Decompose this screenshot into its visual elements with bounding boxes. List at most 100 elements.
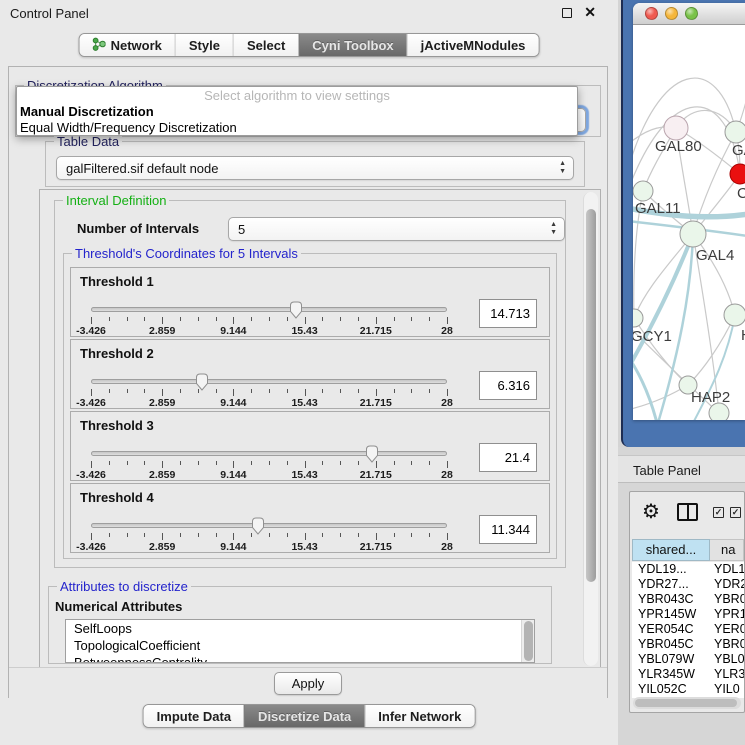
network-node[interactable] (709, 403, 729, 420)
cell-shared-name[interactable]: YPR145W (632, 607, 710, 622)
cell-name[interactable]: YDL1 (710, 562, 744, 577)
table-row[interactable]: YBL079WYBL0 (632, 652, 744, 667)
threshold-value-field[interactable]: 11.344 (479, 515, 537, 544)
close-icon[interactable]: ✕ (584, 4, 596, 21)
threshold-slider[interactable] (91, 379, 447, 384)
cell-shared-name[interactable]: YBL079W (632, 652, 710, 667)
apply-row: Apply (9, 667, 607, 698)
table-panel-titlebar: Table Panel (618, 455, 745, 483)
checkbox-icon[interactable]: ✓ (713, 507, 724, 518)
number-of-intervals-value: 5 (238, 222, 245, 237)
column-header-name[interactable]: na (710, 539, 744, 561)
column-view-icon[interactable] (677, 503, 698, 521)
network-graph: GAL80GACGAL11GAL4GCY1HHAP2 (633, 25, 745, 420)
cell-name[interactable]: YLR3 (710, 667, 744, 682)
bottom-tab-discretize-data[interactable]: Discretize Data (244, 705, 364, 727)
slider-scale: -3.4262.8599.14415.4321.71528 (91, 397, 447, 408)
cell-name[interactable]: YIL0 (710, 682, 744, 697)
panel-scrollbar-thumb[interactable] (586, 209, 596, 582)
cell-shared-name[interactable]: YBR045C (632, 637, 710, 652)
cell-shared-name[interactable]: YDR27... (632, 577, 710, 592)
tab-select[interactable]: Select (233, 34, 298, 56)
tick-label: 9.144 (220, 541, 246, 553)
attributes-scrollbar[interactable] (521, 620, 534, 662)
network-node-gal11[interactable] (633, 181, 653, 201)
attributes-scrollbar-thumb[interactable] (524, 621, 533, 661)
threshold-slider[interactable] (91, 523, 447, 528)
network-window: GAL80GACGAL11GAL4GCY1HHAP2 (633, 3, 745, 420)
node-label: GAL80 (655, 138, 702, 155)
algorithm-placeholder-option[interactable]: Select algorithm to view settings (17, 88, 577, 104)
checkbox-icon[interactable]: ✓ (730, 507, 741, 518)
table-row[interactable]: YBR043CYBR0 (632, 592, 744, 607)
table-horizontal-scrollbar[interactable] (633, 697, 741, 709)
minimize-traffic-light-icon[interactable] (665, 7, 678, 20)
table-row[interactable]: YBR045CYBR0 (632, 637, 744, 652)
threshold-label: Threshold 1 (80, 274, 154, 289)
table-row[interactable]: YDL19...YDL1 (632, 562, 744, 577)
cell-shared-name[interactable]: YBR043C (632, 592, 710, 607)
algorithm-option-equal-width-frequency-discretization[interactable]: Equal Width/Frequency Discretization (17, 120, 577, 136)
attributes-groupbox: Attributes to discretize Numerical Attri… (48, 586, 552, 664)
bottom-tab-impute-data[interactable]: Impute Data (144, 705, 244, 727)
column-header-shared-name[interactable]: shared... (632, 539, 710, 561)
numerical-attributes-list[interactable]: SelfLoopsTopologicalCoefficientBetweenne… (65, 619, 535, 663)
tab-jactivemnodules[interactable]: jActiveMNodules (407, 34, 539, 56)
attribute-item-selfloops[interactable]: SelfLoops (66, 620, 534, 637)
threshold-value-field[interactable]: 21.4 (479, 443, 537, 472)
slider-scale: -3.4262.8599.14415.4321.71528 (91, 325, 447, 336)
table-row[interactable]: YLR345WYLR3 (632, 667, 744, 682)
cell-name[interactable]: YBR0 (710, 592, 744, 607)
network-node-gal80[interactable] (664, 116, 688, 140)
algorithm-option-manual-discretization[interactable]: Manual Discretization (17, 104, 577, 120)
close-traffic-light-icon[interactable] (645, 7, 658, 20)
network-node-gal4[interactable] (680, 221, 706, 247)
threshold-value-field[interactable]: 6.316 (479, 371, 537, 400)
threshold-slider[interactable] (91, 307, 447, 312)
cell-shared-name[interactable]: YDL19... (632, 562, 710, 577)
tab-style[interactable]: Style (175, 34, 233, 56)
network-node-ga[interactable] (725, 121, 745, 143)
cell-shared-name[interactable]: YER054C (632, 622, 710, 637)
network-window-titlebar[interactable] (633, 3, 745, 25)
table-row[interactable]: YPR145WYPR1 (632, 607, 744, 622)
attribute-item-topologicalcoefficient[interactable]: TopologicalCoefficient (66, 637, 534, 654)
cell-name[interactable]: YPR1 (710, 607, 744, 622)
cell-name[interactable]: YBL0 (710, 652, 744, 667)
cell-name[interactable]: YDR2 (710, 577, 744, 592)
network-icon (93, 37, 106, 54)
network-edge-highlighted[interactable] (633, 355, 657, 420)
settings-scroll-panel: Interval Definition Number of Intervals … (39, 189, 601, 669)
network-node-gcy1[interactable] (633, 309, 643, 327)
cell-name[interactable]: YER0 (710, 622, 744, 637)
cell-name[interactable]: YBR0 (710, 637, 744, 652)
network-canvas[interactable]: GAL80GACGAL11GAL4GCY1HHAP2 (633, 25, 745, 420)
table-row[interactable]: YER054CYER0 (632, 622, 744, 637)
apply-button[interactable]: Apply (274, 672, 343, 695)
tab-cyni-toolbox[interactable]: Cyni Toolbox (298, 34, 406, 56)
tick-label: 28 (441, 397, 453, 409)
float-window-icon[interactable] (562, 8, 572, 18)
table-hscrollbar-thumb[interactable] (635, 699, 737, 707)
table-row[interactable]: YIL052CYIL0 (632, 682, 744, 697)
node-label: GAL4 (696, 247, 734, 264)
network-node-h[interactable] (724, 304, 745, 326)
bottom-tab-label: Discretize Data (258, 709, 351, 724)
attribute-item-betweennesscentrality[interactable]: BetweennessCentrality (66, 654, 534, 663)
number-of-intervals-combobox[interactable]: 5 ▲▼ (228, 217, 565, 241)
tab-network[interactable]: Network (80, 34, 175, 56)
table-data-combobox[interactable]: galFiltered.sif default node ▲▼ (56, 156, 574, 180)
screen: Control Panel ✕ NetworkStyleSelectCyni T… (0, 0, 745, 745)
threshold-slider[interactable] (91, 451, 447, 456)
zoom-traffic-light-icon[interactable] (685, 7, 698, 20)
panel-vertical-scrollbar[interactable] (583, 192, 598, 666)
cell-shared-name[interactable]: YIL052C (632, 682, 710, 697)
gear-icon[interactable]: ⚙ (642, 499, 660, 524)
cell-shared-name[interactable]: YLR345W (632, 667, 710, 682)
threshold-label: Threshold 2 (80, 346, 154, 361)
network-node-c[interactable] (730, 164, 745, 184)
threshold-value-field[interactable]: 14.713 (479, 299, 537, 328)
bottom-tab-infer-network[interactable]: Infer Network (364, 705, 474, 727)
slider-ticks (91, 533, 447, 541)
table-row[interactable]: YDR27...YDR2 (632, 577, 744, 592)
